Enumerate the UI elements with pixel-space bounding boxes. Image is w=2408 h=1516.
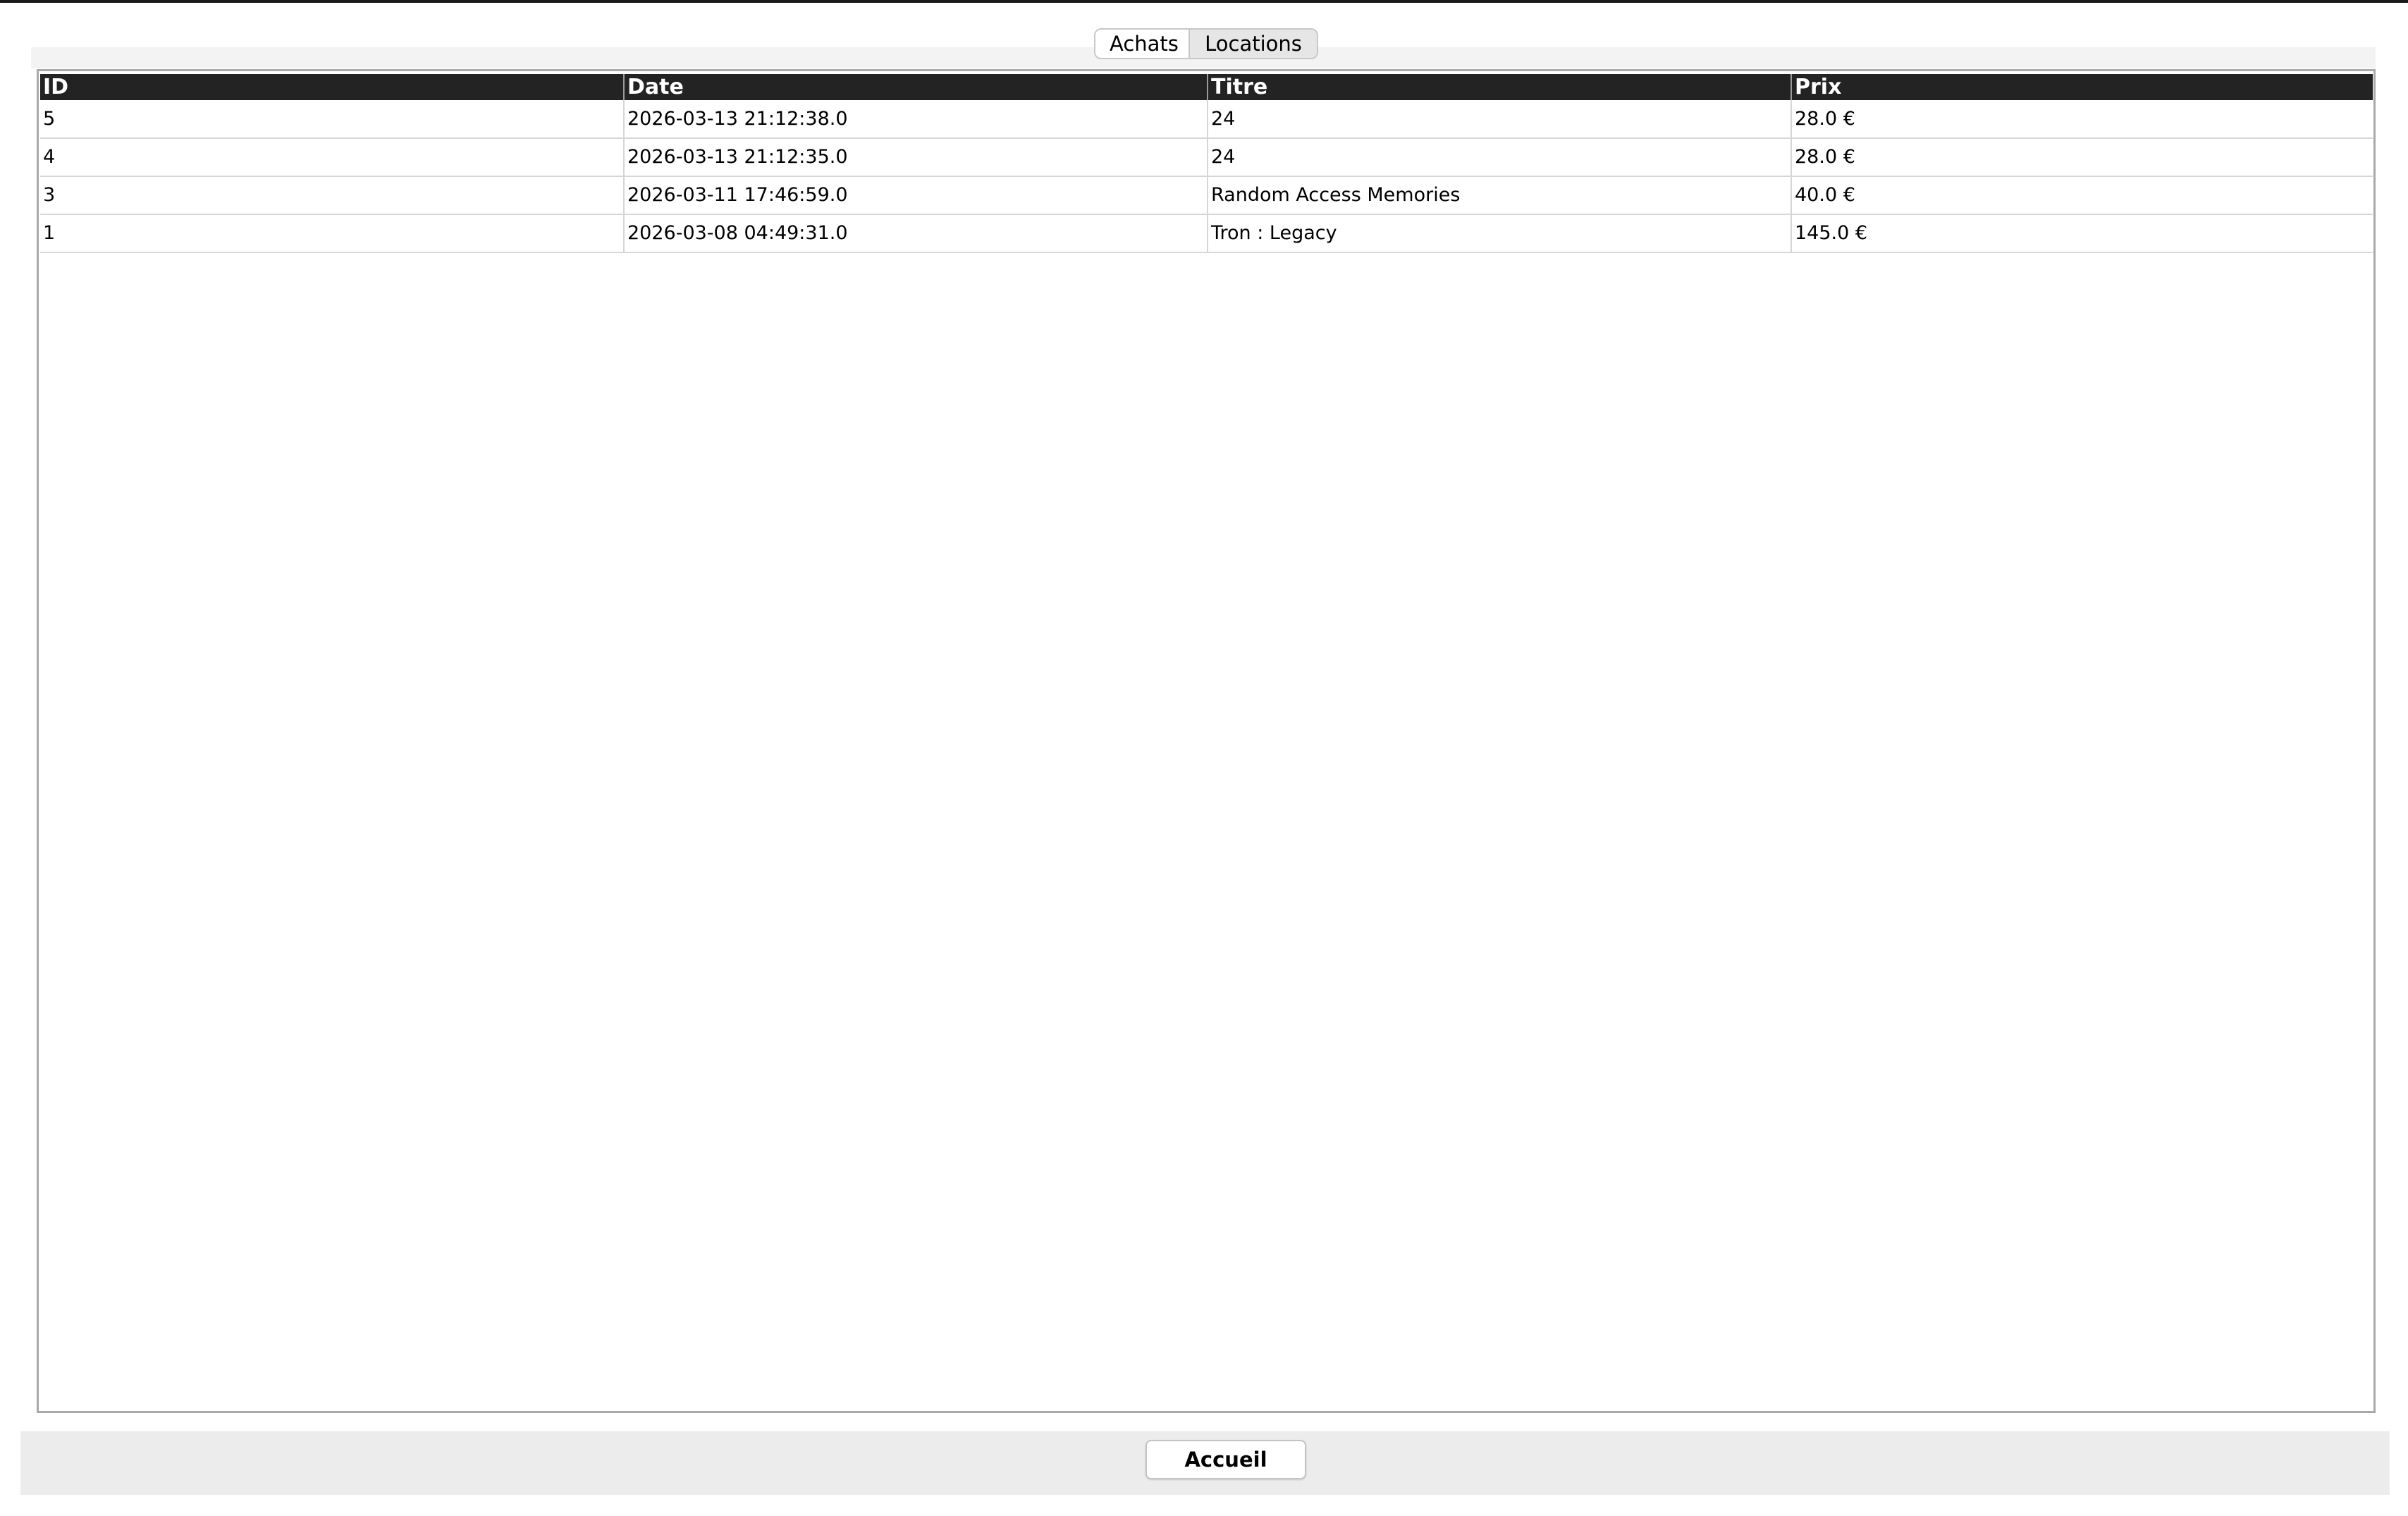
home-button[interactable]: Accueil <box>1145 1440 1306 1479</box>
cell-prix: 40.0 € <box>1791 176 2373 215</box>
column-header-date[interactable]: Date <box>624 74 1208 100</box>
purchases-table: ID Date Titre Prix 5 2026-03-13 21:12:38… <box>40 74 2373 253</box>
cell-date: 2026-03-13 21:12:38.0 <box>624 100 1208 139</box>
cell-date: 2026-03-08 04:49:31.0 <box>624 214 1208 253</box>
tab-locations[interactable]: Locations <box>1190 30 1317 58</box>
cell-id: 5 <box>40 100 625 139</box>
cell-prix: 28.0 € <box>1791 138 2373 177</box>
table-row[interactable]: 3 2026-03-11 17:46:59.0 Random Access Me… <box>40 176 2373 215</box>
cell-prix: 145.0 € <box>1791 214 2373 253</box>
table-row[interactable]: 5 2026-03-13 21:12:38.0 24 28.0 € <box>40 100 2373 139</box>
cell-titre: 24 <box>1208 138 1792 177</box>
cell-date: 2026-03-13 21:12:35.0 <box>624 138 1208 177</box>
column-header-prix[interactable]: Prix <box>1791 74 2373 100</box>
purchases-table-panel[interactable]: ID Date Titre Prix 5 2026-03-13 21:12:38… <box>37 69 2376 1413</box>
cell-id: 1 <box>40 214 625 253</box>
cell-titre: Random Access Memories <box>1208 176 1792 215</box>
cell-id: 3 <box>40 176 625 215</box>
cell-date: 2026-03-11 17:46:59.0 <box>624 176 1208 215</box>
footer-bar: Accueil <box>20 1431 2390 1495</box>
cell-titre: Tron : Legacy <box>1208 214 1792 253</box>
column-header-titre[interactable]: Titre <box>1208 74 1792 100</box>
cell-id: 4 <box>40 138 625 177</box>
window-top-border <box>0 0 2408 3</box>
cell-titre: 24 <box>1208 100 1792 139</box>
tab-group: Achats Locations <box>1094 28 1318 59</box>
table-header-row: ID Date Titre Prix <box>40 74 2373 100</box>
column-header-id[interactable]: ID <box>40 74 625 100</box>
table-row[interactable]: 4 2026-03-13 21:12:35.0 24 28.0 € <box>40 138 2373 177</box>
tab-achats[interactable]: Achats <box>1095 30 1190 58</box>
table-row[interactable]: 1 2026-03-08 04:49:31.0 Tron : Legacy 14… <box>40 214 2373 253</box>
cell-prix: 28.0 € <box>1791 100 2373 139</box>
